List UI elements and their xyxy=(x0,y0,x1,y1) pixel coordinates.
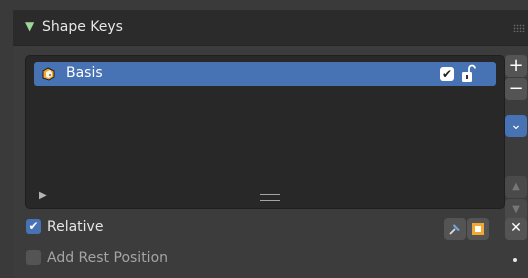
panel-header[interactable]: ▼ Shape Keys xyxy=(13,10,528,46)
relative-checkbox[interactable]: ✔ xyxy=(26,219,41,234)
shape-key-icon xyxy=(42,67,55,81)
relative-label: Relative xyxy=(47,219,104,235)
unlock-icon[interactable] xyxy=(460,64,478,84)
add-rest-position-checkbox[interactable] xyxy=(26,250,41,265)
add-rest-position-option[interactable]: Add Rest Position xyxy=(26,248,276,268)
shape-keys-panel: ▼ Shape Keys Basis ✔ ▶ + − ⌄ ▲ ▼ ✔ Relat… xyxy=(13,10,528,278)
move-up-button[interactable]: ▲ xyxy=(505,176,527,198)
clear-shape-keys-button[interactable]: ✕ xyxy=(505,218,527,240)
add-shape-key-button[interactable]: + xyxy=(505,55,527,77)
list-resize-handle-icon[interactable] xyxy=(260,194,280,201)
shape-key-list[interactable]: Basis ✔ ▶ xyxy=(25,55,505,209)
shape-key-specials-button[interactable]: ⌄ xyxy=(505,115,527,137)
remove-shape-key-button[interactable]: − xyxy=(505,78,527,100)
shape-key-edit-mode-button[interactable] xyxy=(467,218,489,240)
relative-option[interactable]: ✔ Relative xyxy=(26,217,226,237)
shape-key-name[interactable]: Basis xyxy=(66,65,103,81)
pin-icon xyxy=(449,224,460,235)
panel-title: Shape Keys xyxy=(42,19,123,35)
drag-grip-icon[interactable] xyxy=(513,24,525,32)
shape-key-mute-checkbox[interactable]: ✔ xyxy=(440,67,454,81)
decorator-dot-icon[interactable] xyxy=(513,258,517,262)
collapse-triangle-icon[interactable]: ▼ xyxy=(25,19,34,33)
add-rest-position-label: Add Rest Position xyxy=(47,250,169,266)
shape-key-row[interactable]: Basis ✔ xyxy=(34,62,496,86)
shape-key-pin-button[interactable] xyxy=(444,218,466,240)
filter-expand-icon[interactable]: ▶ xyxy=(39,190,47,201)
edit-mode-icon xyxy=(472,223,484,235)
